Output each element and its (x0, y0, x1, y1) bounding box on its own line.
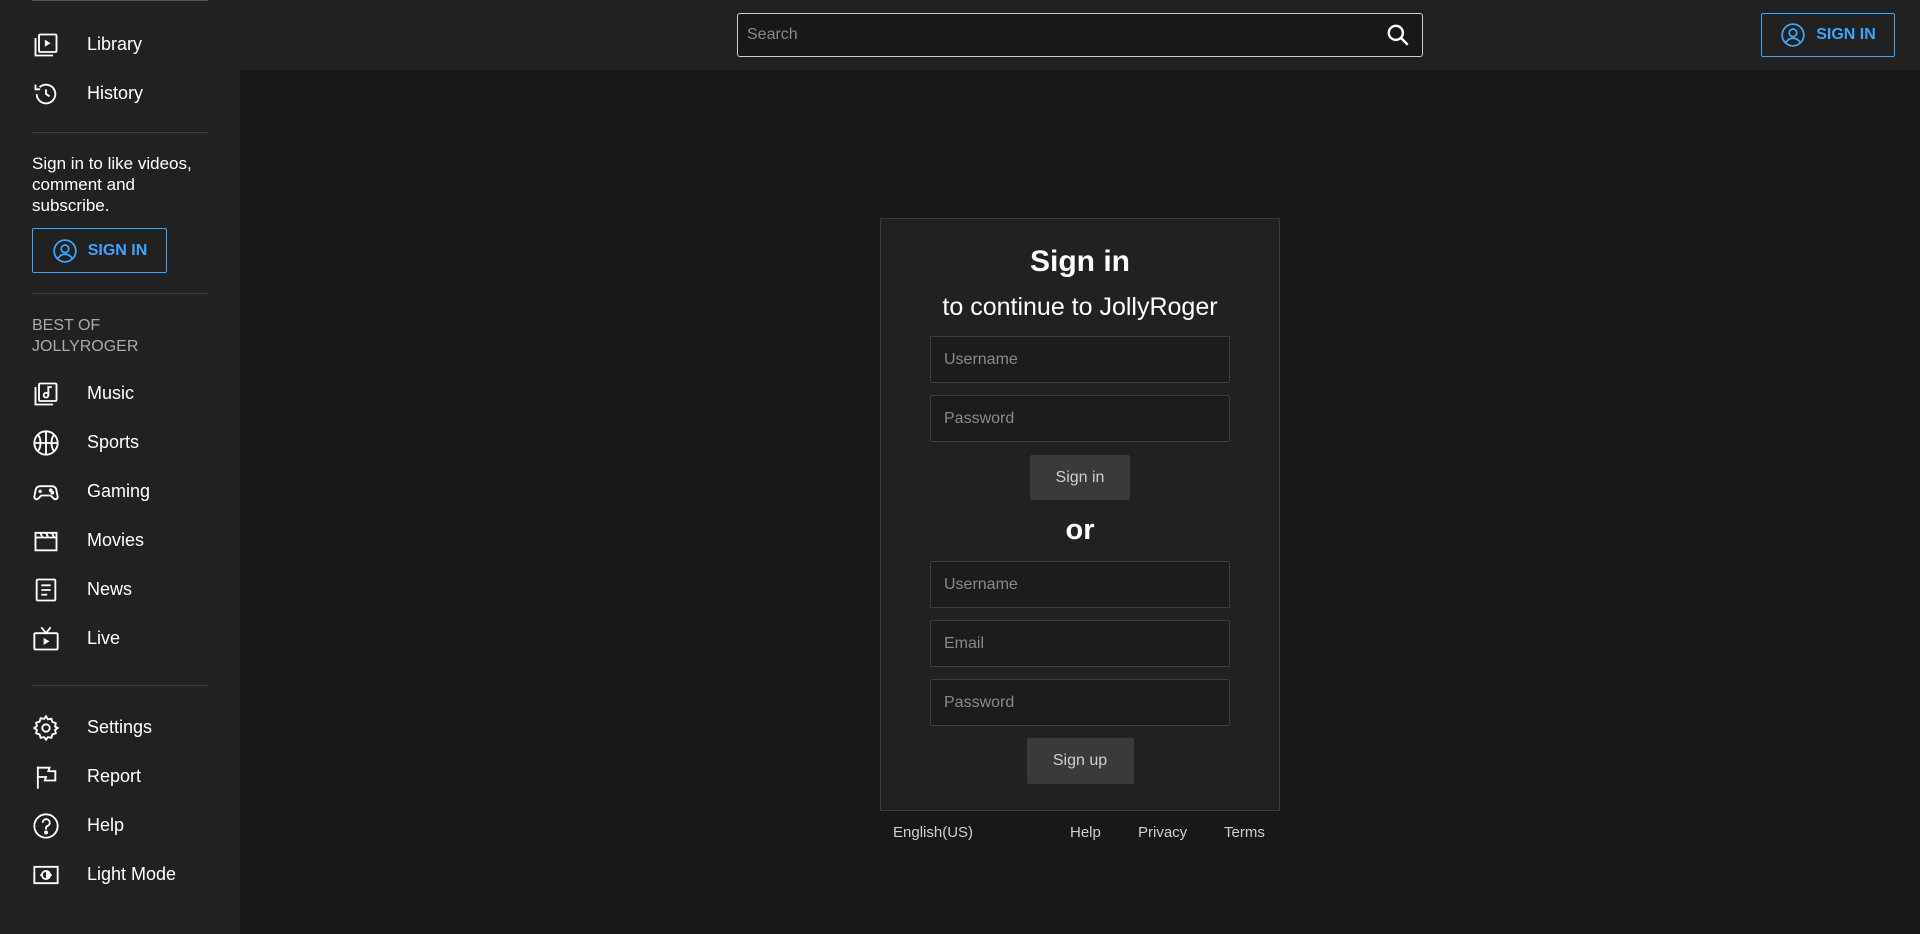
search-bar (737, 13, 1423, 57)
header-signin-button[interactable]: SIGN IN (1761, 13, 1895, 57)
footer-help-link[interactable]: Help (1070, 824, 1101, 841)
account-circle-icon (53, 238, 77, 263)
sidebar-item-label: News (87, 579, 133, 599)
header-signin-label: SIGN IN (1816, 26, 1876, 43)
sidebar-item-label: Movies (87, 530, 145, 550)
sidebar-item-label: Live (87, 628, 121, 648)
signin-title: Sign in (1030, 245, 1130, 278)
login-password-field[interactable] (930, 395, 1230, 442)
sidebar-item-live[interactable]: Live (32, 614, 208, 663)
footer-privacy-link[interactable]: Privacy (1138, 824, 1187, 841)
sidebar-divider (32, 293, 208, 294)
light-mode-icon (32, 861, 60, 889)
sidebar-divider (32, 685, 208, 686)
sidebar-item-report[interactable]: Report (32, 752, 208, 801)
login-username-field[interactable] (930, 336, 1230, 383)
history-icon (32, 80, 60, 108)
signin-submit-button[interactable]: Sign in (1030, 455, 1130, 500)
sidebar-item-settings[interactable]: Settings (32, 703, 208, 752)
sidebar-item-label: Light Mode (87, 864, 177, 884)
signup-password-field[interactable] (930, 679, 1230, 726)
sidebar-item-light-mode[interactable]: Light Mode (32, 850, 208, 899)
sidebar: Library History Sign in to like videos, … (0, 0, 240, 934)
sidebar-item-gaming[interactable]: Gaming (32, 467, 208, 516)
section-title-best-of: BEST OF JOLLYROGER (32, 317, 139, 355)
top-header: SIGN IN (240, 0, 1920, 70)
help-icon (32, 812, 60, 840)
news-icon (32, 576, 60, 604)
sidebar-item-label: Report (87, 766, 142, 786)
sports-icon (32, 429, 60, 457)
footer-terms-link[interactable]: Terms (1224, 824, 1265, 841)
movies-icon (32, 527, 60, 555)
signin-footer: English(US) Help Privacy Terms (880, 822, 1280, 844)
sidebar-item-label: Sports (87, 432, 140, 452)
gaming-icon (32, 478, 60, 506)
sidebar-item-label: Library (87, 34, 143, 54)
music-icon (32, 380, 60, 408)
signin-card: Sign in to continue to JollyRoger Sign i… (880, 218, 1280, 811)
settings-icon (32, 714, 60, 742)
sidebar-item-sports[interactable]: Sports (32, 418, 208, 467)
library-icon (32, 31, 60, 59)
sidebar-item-help[interactable]: Help (32, 801, 208, 850)
or-separator: or (1065, 514, 1095, 546)
report-flag-icon (32, 763, 60, 791)
live-icon (32, 625, 60, 653)
sidebar-item-label: History (87, 83, 144, 103)
signup-username-field[interactable] (930, 561, 1230, 608)
sidebar-item-library[interactable]: Library (32, 20, 208, 69)
signup-submit-button[interactable]: Sign up (1026, 738, 1134, 784)
signin-promo-text: Sign in to like videos, comment and subs… (32, 154, 192, 215)
sidebar-item-label: Music (87, 383, 135, 403)
sidebar-divider (32, 132, 208, 133)
signup-email-field[interactable] (930, 620, 1230, 667)
sidebar-signin-label: SIGN IN (87, 241, 148, 259)
sidebar-top-divider (32, 0, 208, 1)
account-circle-icon (1781, 23, 1805, 47)
signin-subtitle: to continue to JollyRoger (942, 293, 1218, 321)
sidebar-item-label: Settings (87, 717, 153, 737)
language-selector[interactable]: English(US) (893, 824, 973, 841)
sidebar-item-movies[interactable]: Movies (32, 516, 208, 565)
search-icon[interactable] (1378, 15, 1418, 55)
sidebar-item-label: Gaming (87, 481, 151, 501)
sidebar-item-music[interactable]: Music (32, 369, 208, 418)
sidebar-item-news[interactable]: News (32, 565, 208, 614)
sidebar-item-label: Help (87, 815, 125, 835)
sidebar-item-history[interactable]: History (32, 69, 208, 118)
sidebar-signin-button[interactable]: SIGN IN (32, 228, 167, 273)
search-input[interactable] (738, 14, 1378, 56)
